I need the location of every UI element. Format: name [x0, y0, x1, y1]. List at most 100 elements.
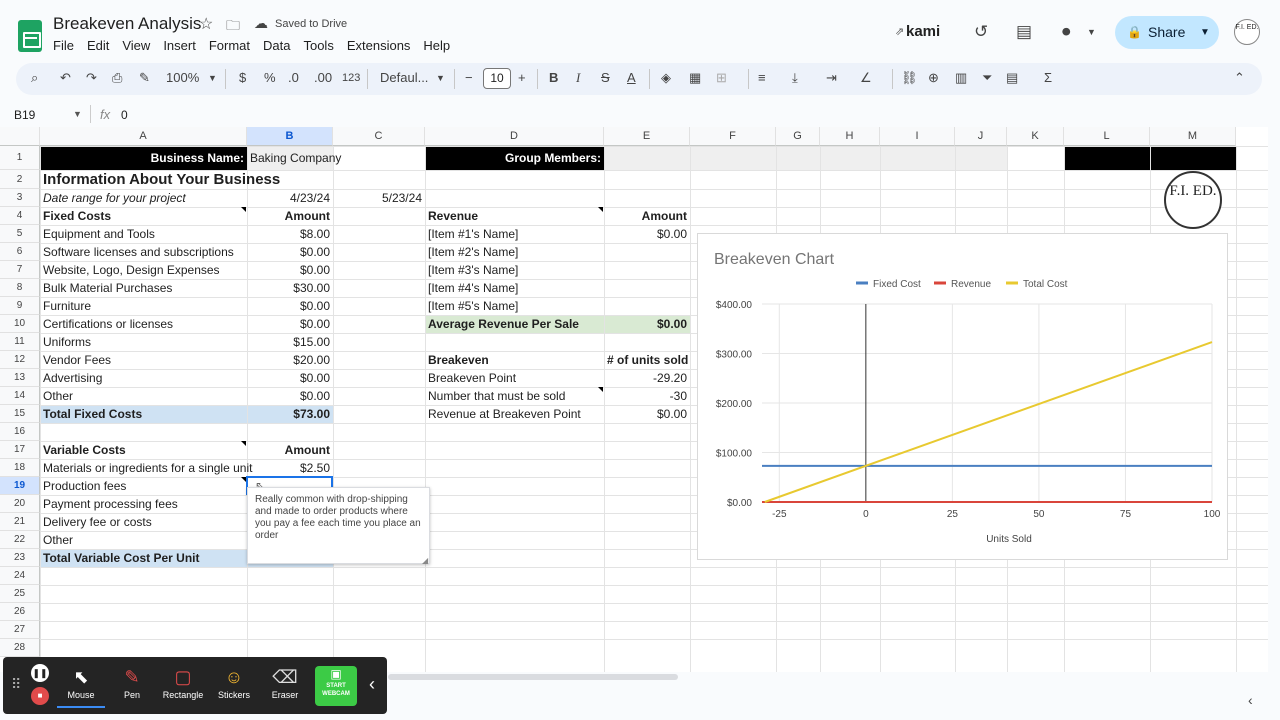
version-history-icon[interactable]: ↺ — [974, 22, 988, 42]
row-header-27[interactable]: 27 — [0, 621, 40, 639]
stop-record-icon[interactable]: ■ — [31, 687, 49, 705]
row-header-16[interactable]: 16 — [0, 423, 40, 441]
row-header-21[interactable]: 21 — [0, 513, 40, 531]
chevron-down-icon[interactable]: ▼ — [436, 73, 445, 83]
row-header-7[interactable]: 7 — [0, 261, 40, 279]
row-header-2[interactable]: 2 — [0, 170, 40, 189]
row-header-24[interactable]: 24 — [0, 567, 40, 585]
decrease-decimal-button[interactable]: .0 — [288, 70, 299, 85]
mouse-tool[interactable]: ⬉ Mouse — [57, 664, 105, 708]
filter-views-icon[interactable]: ▤ — [1006, 70, 1018, 86]
font-size-input[interactable]: 10 — [483, 68, 511, 89]
horizontal-scrollbar[interactable] — [388, 674, 678, 680]
row-header-25[interactable]: 25 — [0, 585, 40, 603]
menu-item-data[interactable]: Data — [263, 38, 290, 53]
row-header-11[interactable]: 11 — [0, 333, 40, 351]
menu-item-extensions[interactable]: Extensions — [347, 38, 411, 53]
menu-item-tools[interactable]: Tools — [303, 38, 333, 53]
kami-label[interactable]: kami — [906, 23, 940, 40]
row-header-22[interactable]: 22 — [0, 531, 40, 549]
column-header-m[interactable]: M — [1150, 127, 1236, 146]
row-header-13[interactable]: 13 — [0, 369, 40, 387]
chevron-down-icon[interactable]: ▼ — [1087, 27, 1096, 37]
column-header-h[interactable]: H — [820, 127, 880, 146]
currency-format-button[interactable]: $ — [239, 70, 246, 85]
column-header-k[interactable]: K — [1007, 127, 1064, 146]
redo-icon[interactable]: ↷ — [86, 70, 97, 86]
bold-icon[interactable]: B — [549, 70, 558, 85]
chevron-left-icon[interactable]: ‹ — [1248, 692, 1253, 708]
row-header-26[interactable]: 26 — [0, 603, 40, 621]
font-select[interactable]: Defaul... — [380, 70, 428, 85]
formula-input[interactable]: 0 — [121, 108, 128, 122]
row-header-1[interactable]: 1 — [0, 146, 40, 170]
insert-link-icon[interactable]: ⛓ — [901, 70, 918, 86]
sheets-logo-icon[interactable] — [18, 20, 42, 52]
meet-camera-icon[interactable]: ⏺ — [1062, 22, 1071, 42]
column-header-f[interactable]: F — [690, 127, 776, 146]
menu-item-view[interactable]: View — [122, 38, 150, 53]
row-header-10[interactable]: 10 — [0, 315, 40, 333]
stickers-tool[interactable]: ☺ Stickers — [210, 664, 258, 700]
column-header-i[interactable]: I — [880, 127, 955, 146]
select-all-corner[interactable] — [0, 127, 40, 146]
star-icon[interactable]: ☆ — [199, 14, 213, 34]
row-header-5[interactable]: 5 — [0, 225, 40, 243]
document-title[interactable]: Breakeven Analysis — [53, 14, 201, 34]
eraser-tool[interactable]: ⌫ Eraser — [261, 664, 309, 700]
menu-item-help[interactable]: Help — [423, 38, 450, 53]
borders-icon[interactable]: ▦ — [689, 70, 701, 86]
column-header-b[interactable]: B — [247, 127, 333, 146]
column-header-a[interactable]: A — [40, 127, 247, 146]
row-header-19[interactable]: 19 — [0, 477, 40, 495]
chevron-down-icon[interactable]: ▼ — [208, 73, 217, 83]
resize-handle-icon[interactable]: ◢ — [422, 556, 428, 565]
print-icon[interactable]: ⎙ — [112, 70, 122, 86]
pen-tool[interactable]: ✎ Pen — [108, 664, 156, 700]
row-header-4[interactable]: 4 — [0, 207, 40, 225]
italic-icon[interactable]: I — [576, 70, 580, 86]
row-header-20[interactable]: 20 — [0, 495, 40, 513]
increase-decimal-button[interactable]: .00 — [314, 70, 332, 85]
row-header-28[interactable]: 28 — [0, 639, 40, 657]
text-color-icon[interactable]: A — [627, 70, 636, 85]
breakeven-chart[interactable]: Breakeven Chart Fixed Cost Revenue Total Co… — [697, 233, 1228, 560]
horizontal-align-icon[interactable]: ≡ — [758, 70, 766, 85]
column-header-c[interactable]: C — [333, 127, 425, 146]
pause-icon[interactable]: ❚❚ — [31, 664, 49, 682]
zoom-select[interactable]: 100% — [166, 70, 199, 85]
move-folder-icon[interactable]: 🗀 — [226, 15, 240, 39]
column-header-l[interactable]: L — [1064, 127, 1150, 146]
vertical-align-icon[interactable]: ⤓ — [792, 70, 798, 86]
undo-icon[interactable]: ↶ — [60, 70, 71, 86]
column-header-d[interactable]: D — [425, 127, 604, 146]
row-header-6[interactable]: 6 — [0, 243, 40, 261]
row-header-18[interactable]: 18 — [0, 459, 40, 477]
row-header-8[interactable]: 8 — [0, 279, 40, 297]
paint-format-icon[interactable]: ✎ — [139, 70, 150, 86]
strikethrough-icon[interactable]: S — [601, 70, 610, 85]
functions-icon[interactable]: Σ — [1044, 70, 1052, 85]
row-header-9[interactable]: 9 — [0, 297, 40, 315]
text-rotation-icon[interactable]: ∠ — [860, 70, 872, 86]
filter-icon[interactable]: ⏷ — [982, 70, 992, 86]
row-header-15[interactable]: 15 — [0, 405, 40, 423]
drag-handle-icon[interactable]: ⠿ — [11, 676, 21, 693]
percent-format-button[interactable]: % — [264, 70, 276, 85]
number-format-button[interactable]: 123 — [342, 72, 360, 84]
rectangle-tool[interactable]: ▢ Rectangle — [159, 664, 207, 700]
share-caret-icon[interactable]: ▼ — [1200, 16, 1210, 49]
collapse-toolbar-icon[interactable]: ⌃ — [1234, 70, 1245, 86]
cloud-saved-icon[interactable]: ☁ — [254, 15, 268, 32]
insert-chart-icon[interactable]: ▥ — [955, 70, 967, 86]
column-header-j[interactable]: J — [955, 127, 1007, 146]
row-header-12[interactable]: 12 — [0, 351, 40, 369]
row-header-3[interactable]: 3 — [0, 189, 40, 207]
menu-item-file[interactable]: File — [53, 38, 74, 53]
name-box[interactable]: B19 — [14, 108, 35, 122]
start-webcam-button[interactable]: ▣ START WEBCAM — [315, 666, 357, 706]
row-header-17[interactable]: 17 — [0, 441, 40, 459]
merge-cells-icon[interactable]: ⊞ — [716, 70, 727, 86]
menu-item-edit[interactable]: Edit — [87, 38, 109, 53]
menu-item-format[interactable]: Format — [209, 38, 250, 53]
